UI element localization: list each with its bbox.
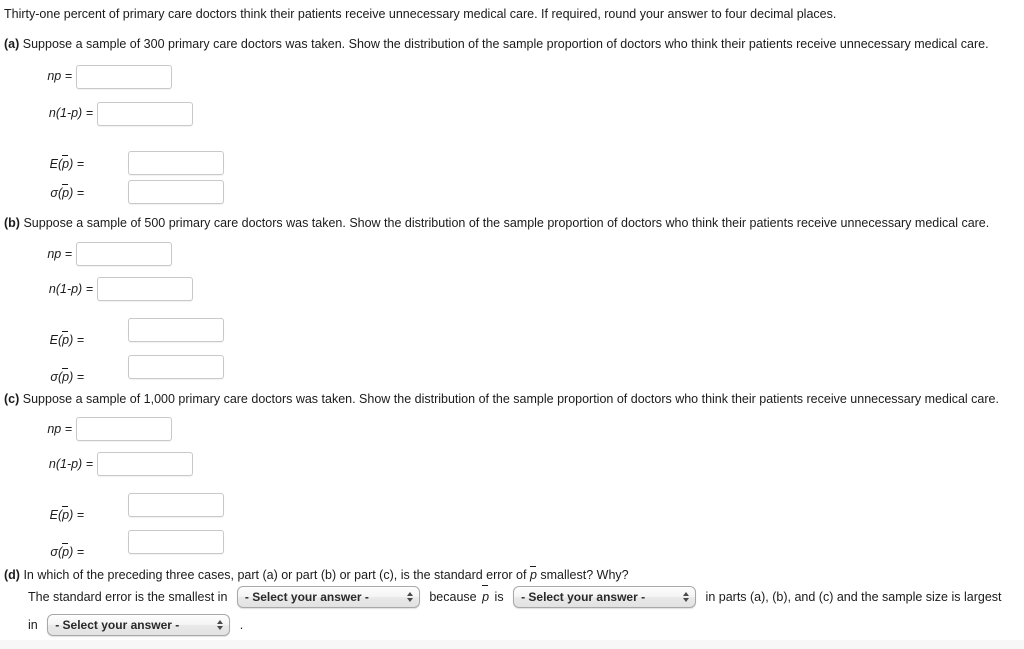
pbar-comparison-select-label: - Select your answer -	[521, 589, 646, 604]
part-d-sentence-1: The standard error is the smallest in	[28, 589, 228, 604]
part-c-n1p-label: n(1-p) =	[48, 457, 93, 471]
part-a-tag: (a)	[4, 37, 20, 51]
part-d-sentence-4: in parts (a), (b), and (c) and the sampl…	[705, 589, 1002, 604]
part-c-expected-input[interactable]	[128, 493, 224, 517]
p-bar-symbol: p	[62, 155, 70, 171]
sigma-symbol: σ	[50, 370, 58, 384]
footer-band	[0, 640, 1024, 649]
p-bar-symbol: p	[62, 506, 70, 522]
p-bar-symbol: p	[62, 543, 70, 559]
part-a-stderr-input[interactable]	[128, 180, 224, 204]
part-c-np-input[interactable]	[76, 417, 172, 441]
part-d-heading: (d) In which of the preceding three case…	[4, 566, 1022, 583]
part-c-np-label: np =	[47, 422, 72, 436]
pbar-comparison-select[interactable]: - Select your answer -	[513, 585, 697, 608]
part-c-text: Suppose a sample of 1,000 primary care d…	[22, 392, 999, 406]
p-bar-symbol: p	[62, 331, 70, 347]
part-b-expected-label: E(p) =	[49, 331, 84, 347]
part-c-stderr-input[interactable]	[128, 530, 224, 554]
part-a-expected-input[interactable]	[128, 151, 224, 175]
p-bar-symbol: p	[482, 585, 489, 608]
sigma-symbol: σ	[50, 545, 58, 559]
part-b-expected-input[interactable]	[128, 318, 224, 342]
part-a-n1p-input[interactable]	[97, 102, 193, 126]
part-b-tag: (b)	[4, 216, 20, 230]
part-b-text: Suppose a sample of 500 primary care doc…	[23, 216, 990, 230]
part-a-heading: (a) Suppose a sample of 300 primary care…	[4, 36, 1022, 52]
part-a-text: Suppose a sample of 300 primary care doc…	[22, 37, 989, 51]
part-c-expected-label: E(p) =	[49, 506, 84, 522]
part-d-question-pre: In which of the preceding three cases, p…	[23, 568, 527, 582]
p-bar-symbol: p	[62, 368, 70, 384]
part-a-np-label: np =	[47, 69, 72, 83]
intro-text: Thirty-one percent of primary care docto…	[4, 7, 837, 21]
part-b-n1p-input[interactable]	[97, 277, 193, 301]
part-a-n1p-label: n(1-p) =	[48, 106, 93, 120]
part-d-answer-line-2: in - Select your answer - .	[28, 613, 243, 636]
part-d-sentence-2: because	[429, 589, 477, 604]
sample-size-select[interactable]: - Select your answer -	[47, 613, 231, 636]
part-b-heading: (b) Suppose a sample of 500 primary care…	[4, 215, 1022, 231]
part-d-sentence-5: in	[28, 617, 38, 632]
part-c-heading: (c) Suppose a sample of 1,000 primary ca…	[4, 391, 1022, 407]
part-c-n1p-input[interactable]	[97, 452, 193, 476]
updown-arrows-icon	[683, 591, 691, 602]
part-b-stderr-label: σ(p) =	[50, 368, 84, 384]
part-d-tag: (d)	[4, 568, 20, 582]
part-d-sentence-6: .	[239, 617, 244, 632]
sigma-symbol: σ	[50, 186, 58, 200]
part-c-tag: (c)	[4, 392, 20, 406]
part-b-np-label: np =	[47, 247, 72, 261]
standard-error-select[interactable]: - Select your answer -	[236, 585, 420, 608]
part-a-stderr-label: σ(p) =	[50, 184, 84, 200]
p-bar-symbol: p	[62, 184, 70, 200]
part-d-answer-line-1: The standard error is the smallest in - …	[28, 585, 1002, 608]
part-a-np-input[interactable]	[76, 65, 172, 89]
part-b-np-input[interactable]	[76, 242, 172, 266]
sample-size-select-label: - Select your answer -	[55, 617, 180, 632]
part-c-stderr-label: σ(p) =	[50, 543, 84, 559]
problem-page: Thirty-one percent of primary care docto…	[0, 0, 1024, 649]
part-a-expected-label: E(p) =	[49, 155, 84, 171]
p-bar-symbol: p	[529, 566, 537, 582]
part-d-sentence-3: is	[494, 589, 504, 604]
standard-error-select-label: - Select your answer -	[244, 589, 369, 604]
updown-arrows-icon	[406, 591, 415, 602]
part-b-n1p-label: n(1-p) =	[48, 282, 93, 296]
updown-arrows-icon	[217, 619, 225, 630]
part-b-stderr-input[interactable]	[128, 355, 224, 379]
part-d-question-post: smallest? Why?	[540, 568, 629, 582]
